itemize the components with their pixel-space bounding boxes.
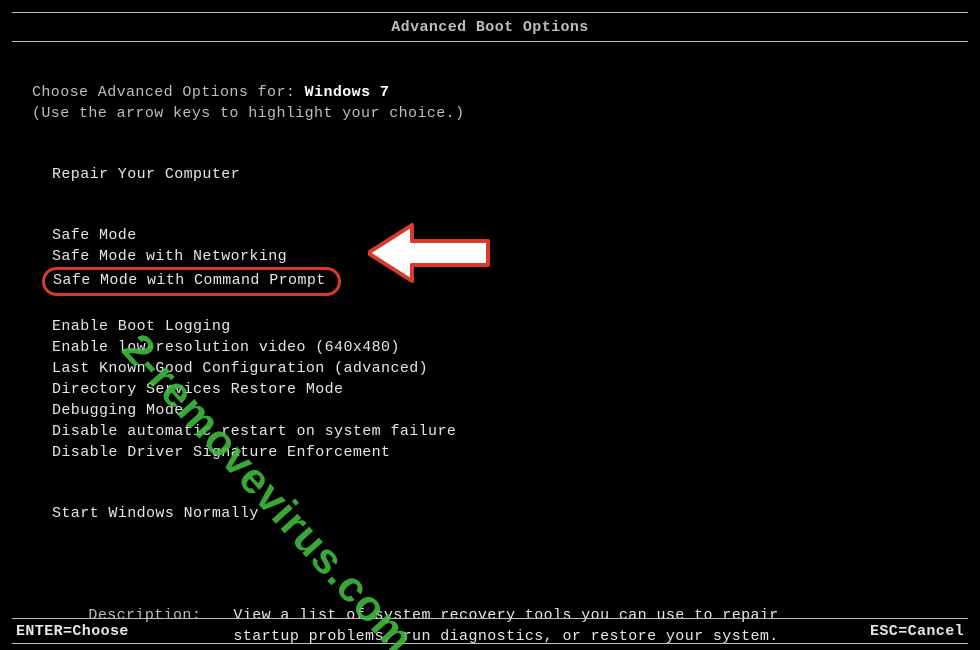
advanced-menu-group: Enable Boot Logging Enable low-resolutio…: [32, 316, 948, 463]
menu-item-disable-auto-restart[interactable]: Disable automatic restart on system fail…: [52, 421, 948, 442]
footer-esc: ESC=Cancel: [870, 623, 964, 640]
menu-item-boot-logging[interactable]: Enable Boot Logging: [52, 316, 948, 337]
menu-item-low-res[interactable]: Enable low-resolution video (640x480): [52, 337, 948, 358]
menu-item-debugging[interactable]: Debugging Mode: [52, 400, 948, 421]
menu-item-ds-restore[interactable]: Directory Services Restore Mode: [52, 379, 948, 400]
menu-item-safe-mode-networking[interactable]: Safe Mode with Networking: [52, 246, 948, 267]
choose-line: Choose Advanced Options for: Windows 7: [32, 82, 948, 103]
normal-menu-group: Start Windows Normally: [32, 503, 948, 524]
os-name: Windows 7: [305, 84, 390, 101]
boot-options-screen: Advanced Boot Options Choose Advanced Op…: [0, 12, 980, 650]
menu-item-start-normally[interactable]: Start Windows Normally: [52, 503, 948, 524]
choose-prefix: Choose Advanced Options for:: [32, 84, 305, 101]
menu-item-last-known-good[interactable]: Last Known Good Configuration (advanced): [52, 358, 948, 379]
title-bar: Advanced Boot Options: [12, 12, 968, 42]
content-area: Choose Advanced Options for: Windows 7 (…: [12, 42, 968, 650]
footer-enter: ENTER=Choose: [16, 623, 129, 640]
menu-item-safe-mode-cmd-wrapper: Safe Mode with Command Prompt: [52, 267, 948, 296]
repair-section: Repair Your Computer: [32, 164, 948, 185]
menu-item-safe-mode-cmd[interactable]: Safe Mode with Command Prompt: [42, 267, 341, 296]
safe-mode-menu-group: Safe Mode Safe Mode with Networking Safe…: [32, 225, 948, 296]
menu-item-repair[interactable]: Repair Your Computer: [52, 164, 948, 185]
instruction-text: (Use the arrow keys to highlight your ch…: [32, 103, 948, 124]
title-text: Advanced Boot Options: [391, 19, 588, 36]
menu-item-disable-driver-sig[interactable]: Disable Driver Signature Enforcement: [52, 442, 948, 463]
menu-item-safe-mode[interactable]: Safe Mode: [52, 225, 948, 246]
footer-bar: ENTER=Choose ESC=Cancel: [12, 618, 968, 644]
